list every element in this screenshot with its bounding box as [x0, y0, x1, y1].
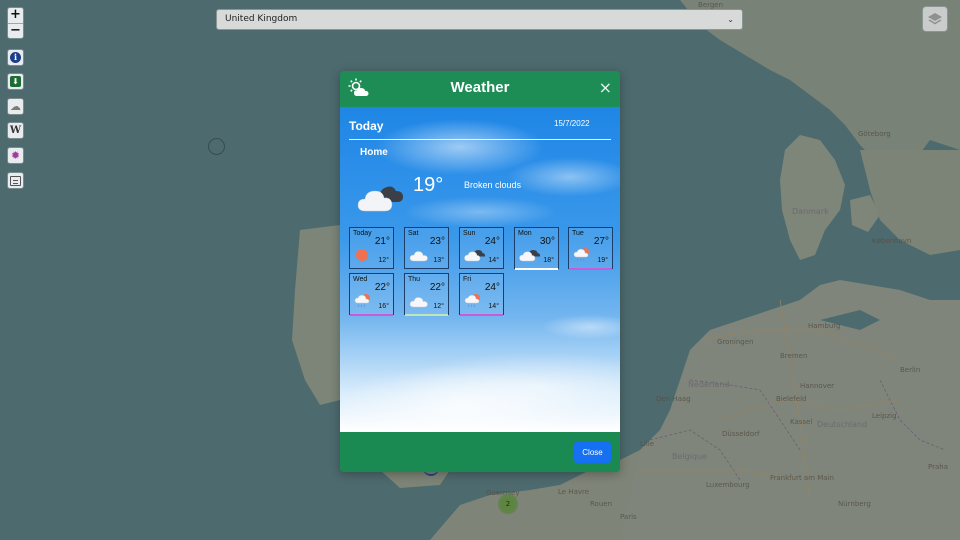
info-icon: i: [10, 52, 21, 63]
forecast-day-name: Fri: [463, 276, 472, 283]
forecast-day-card: Sat 23° 13°: [404, 227, 449, 269]
forecast-min-temp: 13°: [433, 257, 444, 264]
layers-button[interactable]: [922, 6, 948, 32]
forecast-day-card: Wed 22° 16°: [349, 273, 394, 316]
forecast-day-name: Tue: [572, 230, 584, 237]
sun-icon: [354, 247, 370, 266]
wikipedia-icon: W: [9, 125, 22, 136]
forecast-max-temp: 22°: [429, 282, 445, 293]
forecast-min-temp: 12°: [433, 303, 444, 310]
current-temperature: 19°: [413, 174, 444, 196]
broken-clouds-icon: [357, 186, 403, 212]
broken-clouds-icon: [464, 247, 486, 266]
forecast-alert-bar: [405, 314, 448, 316]
download-icon: ⬇: [10, 76, 21, 87]
close-button[interactable]: Close: [574, 442, 611, 463]
country-select[interactable]: United Kingdom ⌄: [216, 9, 743, 30]
forecast-max-temp: 22°: [374, 282, 390, 293]
forecast-alert-bar: [350, 314, 393, 316]
forecast-max-temp: 23°: [429, 236, 445, 247]
forecast-max-temp: 30°: [539, 236, 555, 247]
forecast-day-name: Today: [353, 230, 372, 237]
news-button[interactable]: [7, 172, 24, 189]
forecast-day-card: Tue 27° 19°: [568, 227, 613, 270]
forecast-max-temp: 24°: [484, 236, 500, 247]
forecast-day-name: Sun: [463, 230, 476, 237]
divider: [349, 139, 611, 140]
chevron-down-icon: ⌄: [727, 15, 734, 24]
weather-description: Broken clouds: [464, 180, 522, 190]
forecast-day-name: Thu: [408, 276, 421, 283]
layers-icon: [928, 13, 942, 25]
close-icon[interactable]: ×: [599, 78, 612, 97]
info-button[interactable]: i: [7, 49, 24, 66]
country-select-value: United Kingdom: [225, 14, 298, 24]
forecast-min-temp: 14°: [488, 303, 499, 310]
rain-sun-icon: [464, 293, 484, 313]
forecast-min-temp: 14°: [488, 257, 499, 264]
forecast-day-card: Sun 24° 14°: [459, 227, 504, 269]
forecast-day-card: Today 21° 12°: [349, 227, 394, 269]
forecast-day-card: Fri 24° 14°: [459, 273, 504, 316]
forecast-max-temp: 27°: [593, 236, 609, 247]
covid-button[interactable]: ✹: [7, 147, 24, 164]
virus-icon: ✹: [10, 149, 21, 162]
modal-header: Weather ×: [340, 71, 620, 107]
forecast-min-temp: 18°: [543, 257, 554, 264]
zoom-out-button[interactable]: −: [8, 23, 23, 38]
forecast-day-name: Sat: [408, 230, 419, 237]
cloud-icon: ☁: [10, 100, 21, 113]
forecast-max-temp: 24°: [484, 282, 500, 293]
cloud-icon: [409, 293, 429, 312]
location-name: Home: [360, 147, 388, 158]
forecast-day-name: Mon: [518, 230, 532, 237]
forecast-min-temp: 19°: [597, 257, 608, 264]
forecast-max-temp: 21°: [374, 236, 390, 247]
zoom-in-button[interactable]: +: [8, 8, 23, 23]
rain-sun-icon: [573, 247, 593, 267]
cloud-icon: [409, 247, 429, 266]
forecast-day-name: Wed: [353, 276, 368, 283]
modal-footer: Close: [340, 432, 620, 472]
news-icon: [10, 175, 21, 186]
forecast-alert-bar: [515, 268, 558, 270]
date-label: 15/7/2022: [554, 119, 590, 128]
wikipedia-button[interactable]: W: [7, 122, 24, 139]
weather-panel: Today 15/7/2022 Home 19° Broken clouds T…: [340, 107, 620, 432]
modal-title: Weather: [450, 79, 510, 96]
weather-modal: Weather × Today 15/7/2022 Home 19° Broke…: [340, 71, 620, 472]
forecast-alert-bar: [569, 268, 612, 270]
weather-button[interactable]: ☁: [7, 98, 24, 115]
rain-sun-icon: [354, 293, 374, 313]
forecast-min-temp: 12°: [378, 257, 389, 264]
forecast-alert-bar: [460, 314, 503, 316]
forecast-day-card: Mon 30° 18°: [514, 227, 559, 270]
zoom-control: + −: [7, 7, 24, 39]
forecast-min-temp: 16°: [378, 303, 389, 310]
forecast-day-card: Thu 22° 12°: [404, 273, 449, 316]
download-button[interactable]: ⬇: [7, 73, 24, 90]
today-heading: Today: [349, 119, 384, 133]
broken-clouds-icon: [519, 247, 541, 266]
